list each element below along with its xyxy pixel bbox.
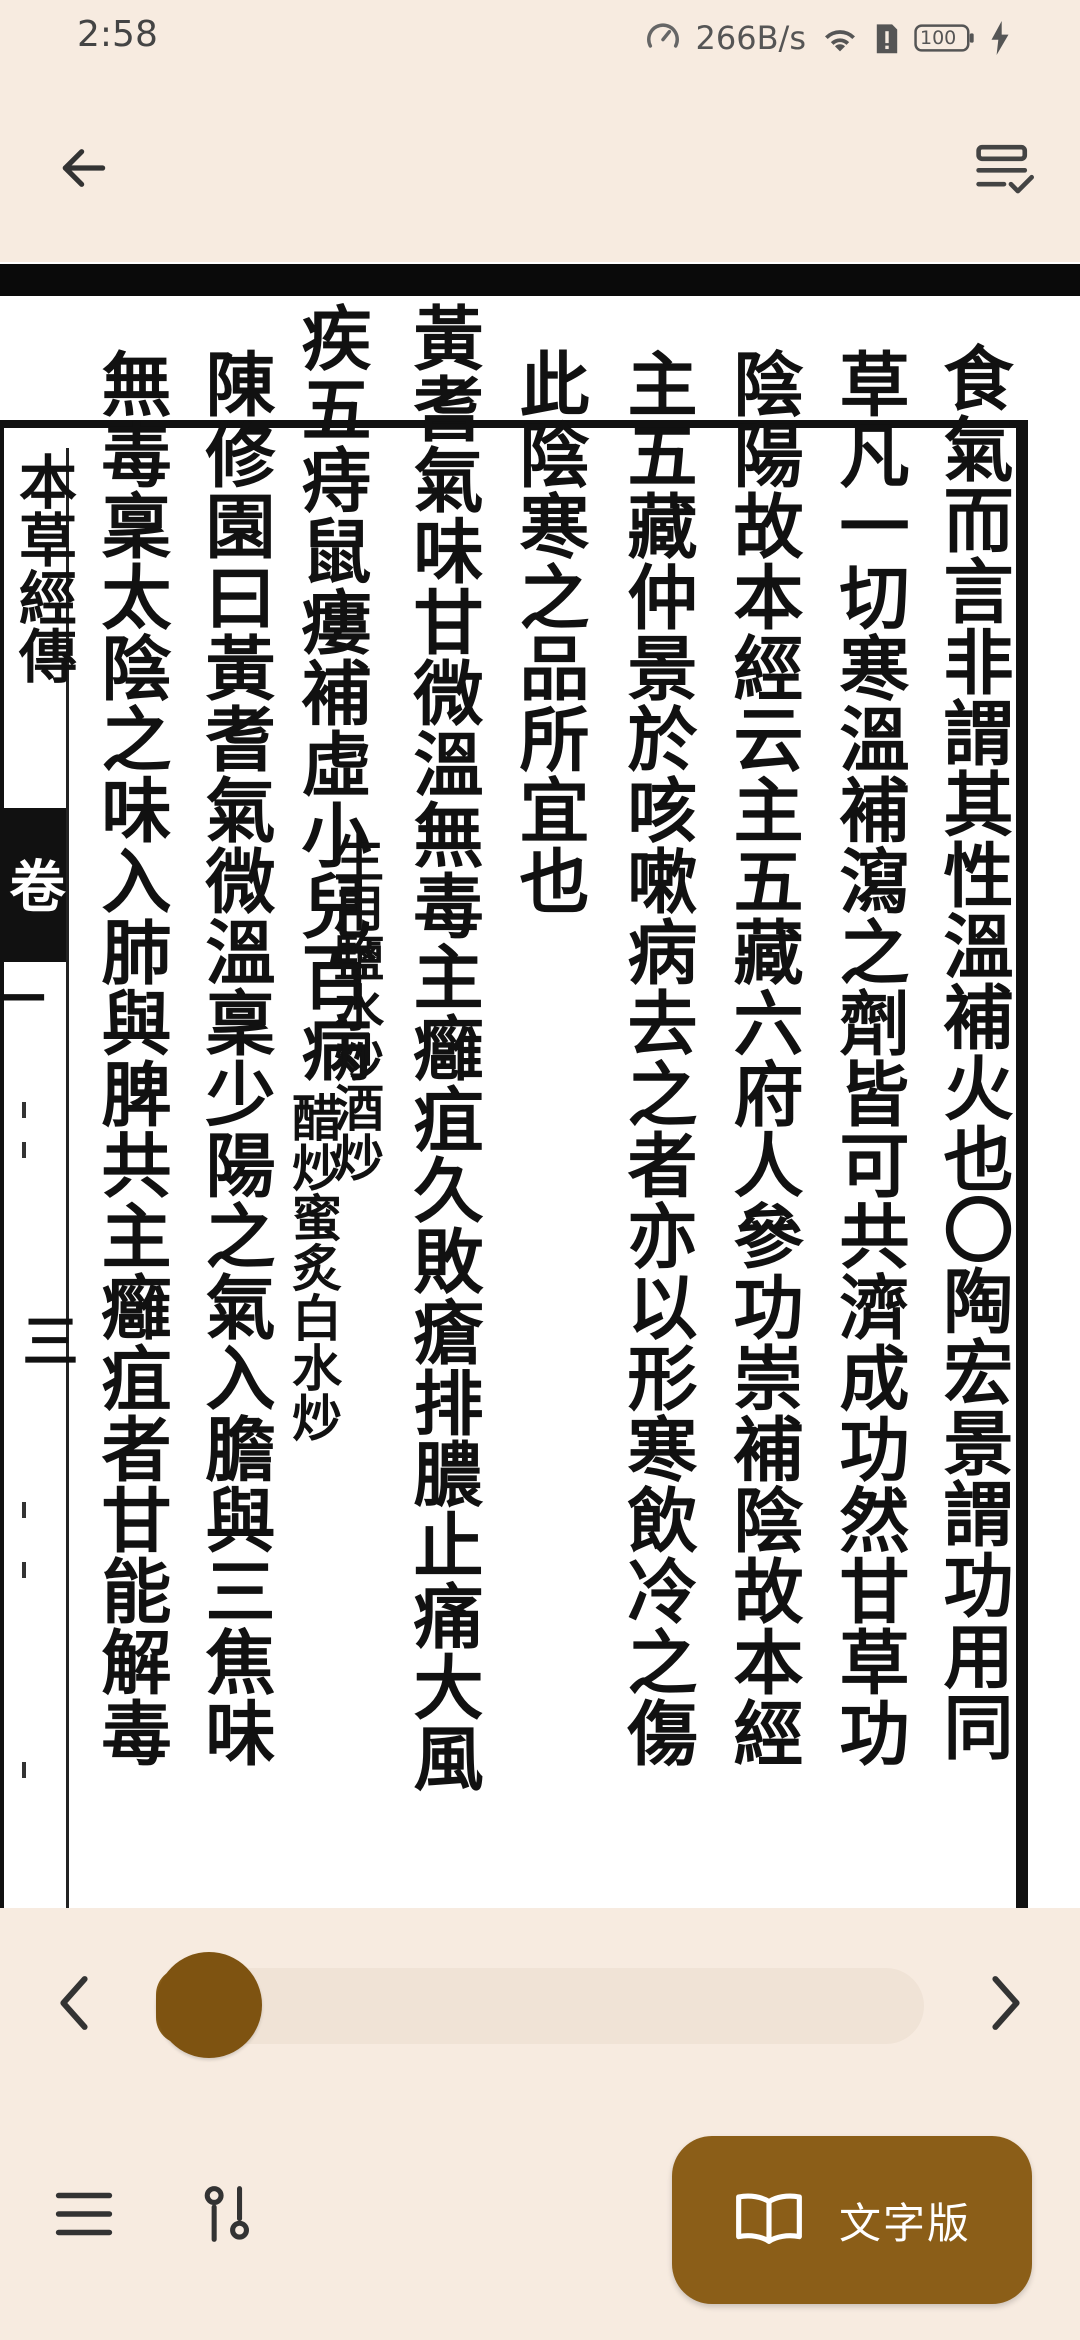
book-margin-title: 本草經傳 [9, 452, 77, 684]
text-column-6: 黃耆氣味甘微溫無毒主癰疽久敗瘡排膿止痛大風 [402, 302, 485, 1793]
scan-speck [22, 1562, 26, 1578]
text-version-button[interactable]: 文字版 [672, 2136, 1032, 2304]
battery-icon: 100 [914, 22, 976, 54]
adjust-button[interactable] [190, 2176, 266, 2256]
catalog-button[interactable] [966, 132, 1042, 208]
page-top-edge [0, 264, 1080, 296]
volume-label: 卷 [0, 808, 66, 962]
text-column-2: 草凡一切寒溫補瀉之劑皆可共濟成功然甘草功 [828, 348, 911, 1768]
arrow-left-icon [56, 140, 112, 200]
status-icons: 266B/s 100 [644, 14, 1010, 62]
status-time: 2:58 [77, 14, 158, 55]
list-check-icon [974, 140, 1034, 200]
page-number: 三 [13, 1312, 79, 1368]
battery-level: 100 [920, 27, 957, 49]
bottom-toolbar: 文字版 [0, 2098, 1080, 2340]
text-column-4: 主五藏仲景於咳嗽病去之者亦以形寒飲冷之傷 [616, 348, 699, 1768]
text-column-5: 此陰寒之品所宜也 [508, 348, 591, 916]
page-scan-view[interactable]: 本草經傳 卷 一 三 食氣而言非謂其性溫補火也〇陶宏景謂功用同 草凡一切寒溫補瀉… [0, 262, 1080, 1908]
page-slider[interactable] [156, 1952, 924, 2058]
next-page-button[interactable] [968, 1960, 1044, 2050]
scan-speck [22, 1762, 26, 1778]
volume-number: 一 [0, 970, 46, 1026]
page-progress-row [0, 1908, 1080, 2098]
text-column-3: 陰陽故本經云主五藏六府人參功崇補陰故本經 [722, 348, 805, 1768]
chevron-left-icon [52, 1971, 96, 2039]
page-slider-thumb[interactable] [156, 1952, 262, 2058]
text-column-9: 無毒稟太陰之味入肺與脾共主癰疽者甘能解毒 [90, 348, 173, 1768]
text-column-1: 食氣而言非謂其性溫補火也〇陶宏景謂功用同 [932, 342, 1015, 1762]
open-book-icon [733, 2190, 805, 2250]
scan-speck [22, 1142, 26, 1158]
sim-alert-icon [874, 21, 900, 55]
net-speed: 266B/s [695, 19, 806, 57]
status-bar: 2:58 266B/s 100 [0, 0, 1080, 80]
chevron-right-icon [984, 1971, 1028, 2039]
adjust-settings-icon [200, 2184, 256, 2248]
scan-speck [22, 1502, 26, 1518]
menu-button[interactable] [46, 2178, 122, 2254]
annotation-left: 醋炒蜜炙白水炒 [284, 1092, 343, 1442]
speedometer-icon [644, 19, 682, 57]
charging-icon [990, 21, 1010, 55]
back-button[interactable] [46, 132, 122, 208]
app-bar [0, 80, 1080, 262]
text-column-8: 陳修園曰黃耆氣微溫稟少陽之氣入膽與三焦味 [194, 348, 277, 1768]
scan-speck [22, 1102, 26, 1118]
wifi-icon [820, 21, 860, 55]
hamburger-menu-icon [54, 2188, 114, 2244]
previous-page-button[interactable] [36, 1960, 112, 2050]
text-version-label: 文字版 [838, 2198, 971, 2248]
